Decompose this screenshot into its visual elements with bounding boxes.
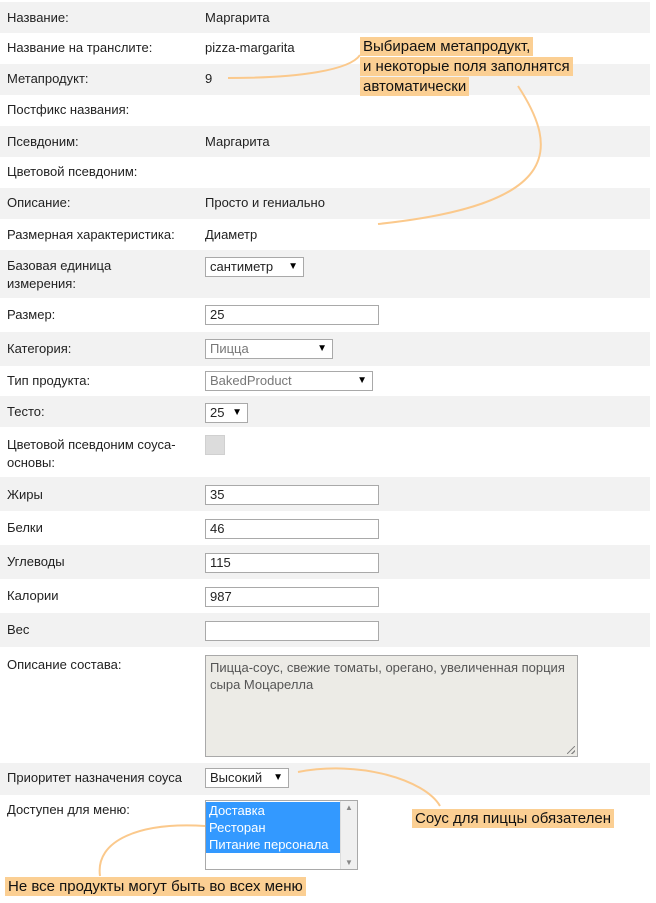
annotation-curves [98, 54, 542, 877]
metaproduct-callout-line-3: автоматически [360, 77, 470, 96]
autofill-pointer-curve [377, 85, 542, 225]
metaproduct-callout-line-2: и некоторые поля заполнятся [360, 57, 573, 76]
menus-callout: Не все продукты могут быть во всех меню [5, 877, 306, 896]
sauce-callout: Соус для пиццы обязателен [412, 809, 614, 828]
metaproduct-pointer-curve [227, 54, 361, 79]
metaproduct-callout-line-1: Выбираем метапродукт, [360, 37, 534, 56]
sauce-pointer-curve [297, 767, 441, 807]
menus-pointer-curve [98, 824, 206, 877]
